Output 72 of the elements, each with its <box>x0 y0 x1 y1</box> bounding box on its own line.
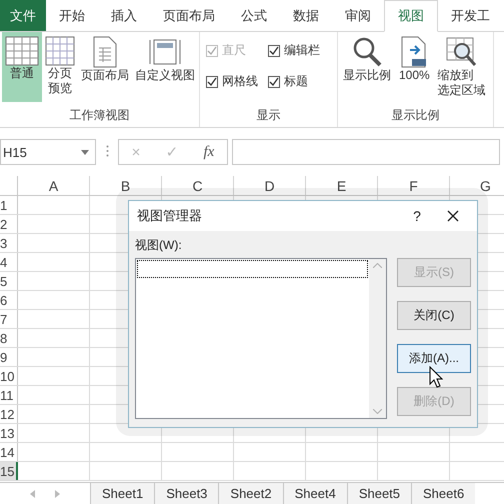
scrollbar[interactable] <box>369 259 386 418</box>
row-header[interactable]: 15 <box>0 462 18 480</box>
row-header[interactable]: 8 <box>0 329 18 347</box>
column-header[interactable]: E <box>306 176 378 195</box>
dialog-button[interactable]: 关闭(C) <box>397 301 471 330</box>
group-label: 显示 <box>256 107 282 124</box>
zoom-selection-icon <box>444 36 479 68</box>
scroll-up-icon[interactable] <box>373 263 382 268</box>
row-header[interactable]: 1 <box>0 196 18 214</box>
magnifier-icon <box>351 36 383 68</box>
sheet-tab[interactable]: Sheet2 <box>218 483 283 504</box>
list-label: 视图(W): <box>135 237 183 254</box>
dropdown-icon <box>81 150 89 154</box>
group-label: 工作簿视图 <box>68 107 130 124</box>
ribbon-tab[interactable]: 文件 <box>0 0 46 31</box>
close-icon[interactable] <box>447 210 459 222</box>
row-header[interactable]: 11 <box>0 386 18 404</box>
column-header[interactable]: A <box>18 176 90 195</box>
sheet-tab[interactable]: Sheet6 <box>411 483 476 504</box>
cursor-icon <box>429 366 443 388</box>
view-button[interactable]: 普通 <box>2 32 42 102</box>
row-header[interactable]: 3 <box>0 234 18 252</box>
sheet-tab[interactable]: Sheet4 <box>282 483 347 504</box>
checkbox[interactable]: 编辑栏 <box>268 42 336 59</box>
row-header[interactable]: 6 <box>0 291 18 309</box>
row-header[interactable]: 9 <box>0 348 18 366</box>
view-button[interactable]: 自定义视图 <box>132 32 198 102</box>
views-list[interactable] <box>135 258 387 419</box>
insert-function-button[interactable]: fx <box>204 144 214 160</box>
zoom-button[interactable]: 100% <box>396 32 433 102</box>
next-sheet-icon[interactable] <box>55 490 60 498</box>
checkbox-box[interactable] <box>268 44 280 56</box>
sheet-tab[interactable]: Sheet3 <box>154 483 218 504</box>
page-arrow-icon <box>400 36 428 68</box>
column-header[interactable]: F <box>378 176 450 195</box>
page-break-icon <box>45 36 75 66</box>
checkbox-box[interactable] <box>206 76 218 88</box>
row-header[interactable]: 5 <box>0 272 18 290</box>
row-header[interactable]: 14 <box>0 443 18 461</box>
zoom-button[interactable]: 显示比例 <box>340 32 394 102</box>
prev-sheet-icon[interactable] <box>30 490 35 498</box>
focus-row[interactable] <box>137 260 368 278</box>
row-header[interactable]: 7 <box>0 310 18 328</box>
zoom-button[interactable]: 缩放到 选定区域 <box>434 32 489 102</box>
column-header[interactable]: B <box>90 176 162 195</box>
group-label: 显示比例 <box>390 107 440 124</box>
ribbon-tab[interactable]: 视图 <box>384 0 438 32</box>
name-box[interactable]: H15 <box>0 139 96 165</box>
help-button[interactable]: ? <box>397 208 437 224</box>
row-header[interactable]: 4 <box>0 253 18 271</box>
column-header[interactable]: G <box>450 176 504 195</box>
column-header[interactable]: C <box>162 176 234 195</box>
checkbox-box[interactable] <box>268 76 280 88</box>
page-icon <box>93 36 117 68</box>
row-header[interactable]: 13 <box>0 424 18 442</box>
dialog-title: 视图管理器 <box>137 207 203 225</box>
view-button[interactable]: 分页 预览 <box>42 32 78 102</box>
checkbox[interactable]: 网格线 <box>206 73 268 90</box>
cell-reference: H15 <box>3 144 27 160</box>
sheet-tab[interactable]: Sheet5 <box>346 483 412 504</box>
checkbox[interactable]: 标题 <box>268 73 336 90</box>
column-header[interactable]: D <box>234 176 306 195</box>
dialog-button[interactable]: 添加(A)... <box>397 344 471 373</box>
row-header[interactable]: 10 <box>0 367 18 385</box>
row-header[interactable]: 12 <box>0 405 18 423</box>
row-header[interactable]: 2 <box>0 215 18 233</box>
grip-icon <box>106 144 108 156</box>
view-button[interactable]: 页面布局 <box>78 32 132 102</box>
scroll-down-icon[interactable] <box>373 409 382 414</box>
grid-icon <box>5 36 39 66</box>
formula-input[interactable] <box>232 139 500 165</box>
sheet-tab[interactable]: Sheet1 <box>90 483 154 504</box>
